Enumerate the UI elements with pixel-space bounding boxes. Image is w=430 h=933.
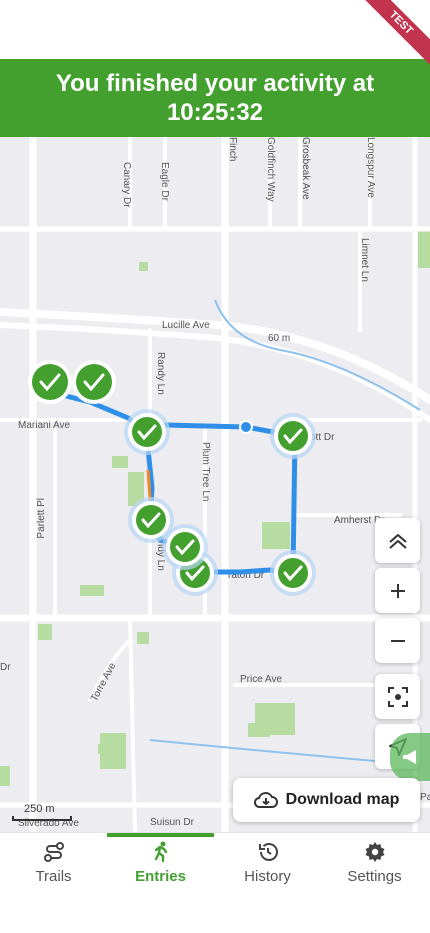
street-label-eagle: Eagle Dr <box>159 162 170 202</box>
road-label-60: 60 m <box>268 333 290 344</box>
focus-target-icon <box>387 686 408 707</box>
chevrons-up-icon <box>388 533 407 549</box>
map-canvas: Lucille Ave Mariani Ave Amherst Dr Price… <box>0 137 430 832</box>
street-label-limnet: Limnet Ln <box>359 238 370 282</box>
nav-item-settings[interactable]: Settings <box>321 833 428 893</box>
street-label-mariani: Mariani Ave <box>18 420 71 431</box>
street-label-longspur: Longspur Ave <box>365 137 376 198</box>
collapse-route-button[interactable] <box>375 518 420 563</box>
park-label: Park <box>420 792 430 803</box>
trails-icon <box>43 842 64 862</box>
street-label-finch: Finch <box>227 137 238 161</box>
bottom-navigation: Trails Entries History Settings <box>0 832 430 933</box>
street-label-canary: Canary Dr <box>121 162 132 208</box>
nav-item-history[interactable]: History <box>214 833 321 893</box>
zoom-in-button[interactable] <box>375 568 420 613</box>
zoom-out-button[interactable] <box>375 618 420 663</box>
nav-item-trails[interactable]: Trails <box>0 833 107 893</box>
nav-label-history: History <box>244 868 291 885</box>
map-scale: 250 m <box>12 803 72 821</box>
checkpoint-marker <box>72 360 116 404</box>
gear-icon <box>365 842 384 862</box>
street-label-grosbeak: Grosbeak Ave <box>300 137 311 200</box>
feedback-tab[interactable] <box>390 733 430 781</box>
nav-label-entries: Entries <box>135 868 186 885</box>
minus-icon <box>390 639 405 642</box>
street-label-parlett: Parlett Pl <box>36 498 47 539</box>
scale-bar <box>12 816 72 821</box>
megaphone-icon <box>403 750 416 764</box>
checkpoint-marker <box>270 550 316 596</box>
download-map-label: Download map <box>285 791 400 808</box>
plus-icon <box>390 583 405 598</box>
center-location-button[interactable] <box>375 674 420 719</box>
map-view[interactable]: Lucille Ave Mariani Ave Amherst Dr Price… <box>0 137 430 832</box>
street-label-plum-tree: Plum Tree Ln <box>200 442 211 501</box>
nav-item-entries[interactable]: Entries <box>107 833 214 893</box>
street-label-price: Price Ave <box>240 674 282 685</box>
checkpoint-marker <box>124 409 170 455</box>
scale-label: 250 m <box>24 803 55 815</box>
history-clock-icon <box>258 843 278 861</box>
cloud-download-icon <box>253 792 278 808</box>
street-label-randy: Randy Ln <box>155 352 166 395</box>
checkpoint-marker <box>270 413 316 459</box>
activity-finished-banner: You finished your activity at 10:25:32 <box>0 59 430 137</box>
nav-label-trails: Trails <box>35 868 72 885</box>
street-label-lucille: Lucille Ave <box>162 320 210 331</box>
checkpoint-marker <box>28 360 72 404</box>
street-label-dr: Dr <box>0 662 11 673</box>
download-map-button[interactable]: Download map <box>233 778 420 822</box>
street-label-goldfinch: Goldfinch Way <box>265 137 276 202</box>
banner-message: You finished your activity at 10:25:32 <box>55 70 375 126</box>
checkpoint-marker <box>162 524 208 570</box>
running-person-icon <box>154 841 167 863</box>
street-label-suisun: Suisun Dr <box>150 817 195 828</box>
nav-label-settings: Settings <box>347 868 402 885</box>
